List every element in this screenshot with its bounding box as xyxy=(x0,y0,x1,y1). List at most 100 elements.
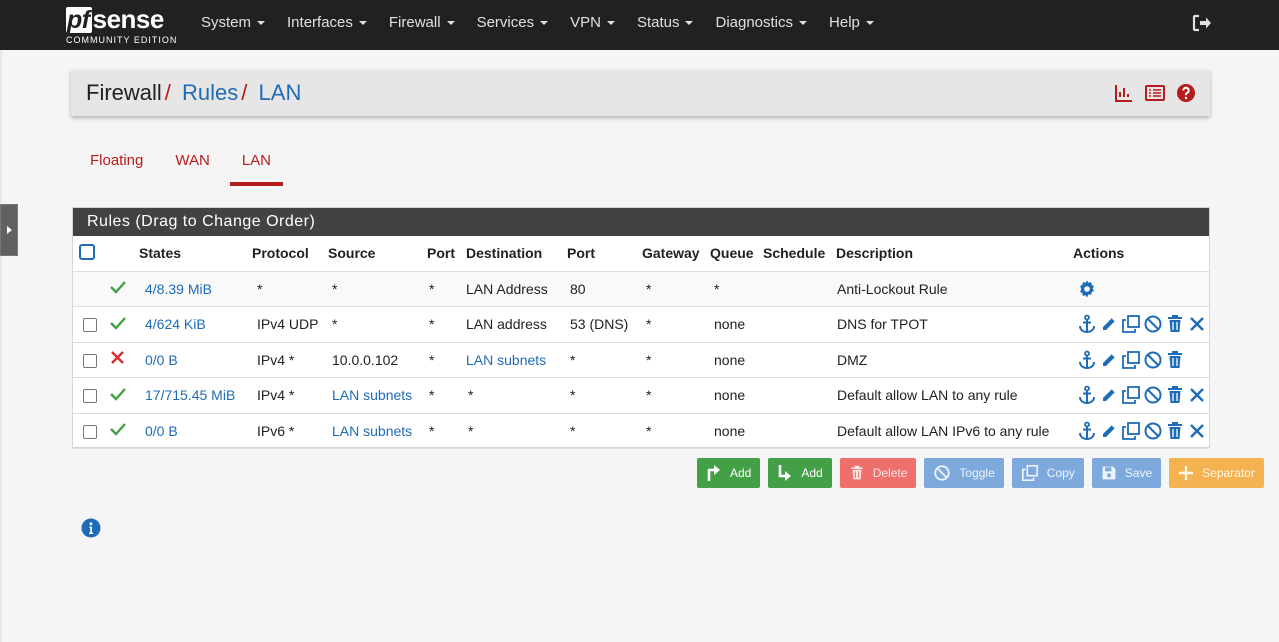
destination-alias-link[interactable]: LAN subnets xyxy=(466,352,546,368)
button-label: Save xyxy=(1124,466,1153,480)
crumb-rules[interactable]: Rules xyxy=(182,80,238,105)
ban-icon[interactable] xyxy=(1143,421,1163,441)
pencil-icon[interactable] xyxy=(1099,350,1119,370)
anchor-icon[interactable] xyxy=(1077,385,1097,405)
sidebar-toggle[interactable] xyxy=(0,204,18,256)
row-checkbox[interactable] xyxy=(83,353,97,368)
chart-icon[interactable] xyxy=(1114,83,1134,103)
copy-icon[interactable] xyxy=(1121,385,1141,405)
ban-icon[interactable] xyxy=(1143,350,1163,370)
states-link[interactable]: 17/715.45 MiB xyxy=(145,387,235,403)
header-gateway[interactable]: Gateway xyxy=(638,236,706,272)
source-alias-link[interactable]: LAN subnets xyxy=(332,387,412,403)
menu-services[interactable]: Services xyxy=(466,0,560,50)
table-row[interactable]: 4/8.39 MiB * * * LAN Address 80 * * Anti… xyxy=(73,271,1209,307)
menu-status[interactable]: Status xyxy=(626,0,705,50)
header-description[interactable]: Description xyxy=(832,236,1069,272)
trash-icon[interactable] xyxy=(1165,350,1185,370)
copy-icon[interactable] xyxy=(1121,350,1141,370)
trash-icon[interactable] xyxy=(1165,314,1185,334)
delete-button[interactable]: Delete xyxy=(839,458,917,488)
select-all-cell xyxy=(73,236,105,272)
crumb-lan[interactable]: LAN xyxy=(259,80,302,105)
source-port-cell: * xyxy=(423,271,462,307)
caret-down-icon xyxy=(606,21,615,26)
ban-icon[interactable] xyxy=(1143,314,1163,334)
protocol-cell: IPv4 UDP xyxy=(248,306,324,343)
table-row[interactable]: 0/0 B IPv4 * 10.0.0.102 * LAN subnets * … xyxy=(73,342,1209,378)
tab-floating[interactable]: Floating xyxy=(78,146,155,186)
anchor-icon[interactable] xyxy=(1077,314,1097,334)
states-link[interactable]: 4/624 KiB xyxy=(145,316,206,332)
source-alias-link[interactable]: LAN subnets xyxy=(332,423,412,439)
row-checkbox[interactable] xyxy=(83,389,97,404)
states-link[interactable]: 4/8.39 MiB xyxy=(145,281,212,297)
add-top-button[interactable]: Add xyxy=(697,458,761,488)
actions-cell xyxy=(1069,377,1209,414)
top-navbar: pf sense COMMUNITY EDITION System Interfa… xyxy=(0,0,1279,50)
menu-diagnostics[interactable]: Diagnostics xyxy=(704,0,818,50)
header-protocol[interactable]: Protocol xyxy=(248,236,324,272)
header-source-port[interactable]: Port xyxy=(423,236,462,272)
states-link[interactable]: 0/0 B xyxy=(145,423,178,439)
status-cell xyxy=(105,342,135,378)
select-all-checkbox[interactable] xyxy=(79,243,95,260)
header-dest-port[interactable]: Port xyxy=(563,236,638,272)
copy-icon[interactable] xyxy=(1121,421,1141,441)
trash-icon[interactable] xyxy=(1165,385,1185,405)
table-row[interactable]: 17/715.45 MiB IPv4 * LAN subnets * * * *… xyxy=(73,377,1209,414)
header-queue[interactable]: Queue xyxy=(706,236,759,272)
states-link[interactable]: 0/0 B xyxy=(145,352,178,368)
row-checkbox[interactable] xyxy=(83,318,97,333)
ban-icon xyxy=(934,465,951,481)
anchor-icon[interactable] xyxy=(1077,421,1097,441)
gateway-cell: * xyxy=(638,377,706,414)
tab-lan[interactable]: LAN xyxy=(229,146,284,186)
left-edge xyxy=(0,50,2,642)
save-button[interactable]: Save xyxy=(1091,458,1162,488)
row-checkbox[interactable] xyxy=(83,424,97,439)
pencil-icon[interactable] xyxy=(1099,385,1119,405)
add-bottom-button[interactable]: Add xyxy=(768,458,832,488)
button-label: Add xyxy=(730,466,752,480)
description-cell: Default allow LAN to any rule xyxy=(832,377,1069,414)
button-label: Toggle xyxy=(959,466,995,480)
menu-firewall[interactable]: Firewall xyxy=(378,0,466,50)
ban-icon[interactable] xyxy=(1143,385,1163,405)
table-row[interactable]: 0/0 B IPv6 * LAN subnets * * * * none De… xyxy=(73,413,1209,449)
pencil-icon[interactable] xyxy=(1099,314,1119,334)
copy-icon[interactable] xyxy=(1121,314,1141,334)
copy-button[interactable]: Copy xyxy=(1011,458,1084,488)
header-source[interactable]: Source xyxy=(324,236,423,272)
menu-vpn[interactable]: VPN xyxy=(559,0,626,50)
logout-icon[interactable] xyxy=(1192,14,1212,32)
toggle-button[interactable]: Toggle xyxy=(924,458,1004,488)
trash-icon[interactable] xyxy=(1165,421,1185,441)
log-list-icon[interactable] xyxy=(1145,83,1165,103)
menu-interfaces[interactable]: Interfaces xyxy=(276,0,378,50)
header-states[interactable]: States xyxy=(135,236,248,272)
caret-down-icon xyxy=(446,21,455,26)
header-schedule[interactable]: Schedule xyxy=(759,236,832,272)
info-icon[interactable] xyxy=(81,518,101,538)
check-icon xyxy=(110,281,126,294)
help-icon[interactable] xyxy=(1176,83,1196,103)
gear-icon[interactable] xyxy=(1077,279,1097,299)
close-icon[interactable] xyxy=(1187,314,1207,334)
gateway-cell: * xyxy=(638,413,706,449)
add-separator-button[interactable]: Separator xyxy=(1169,458,1264,488)
menu-system[interactable]: System xyxy=(190,0,276,50)
menu-label: Status xyxy=(636,14,680,31)
menu-help[interactable]: Help xyxy=(818,0,885,50)
pencil-icon[interactable] xyxy=(1099,421,1119,441)
header-destination[interactable]: Destination xyxy=(462,236,563,272)
source-port-cell: * xyxy=(423,306,462,343)
close-icon[interactable] xyxy=(1187,421,1207,441)
pfsense-logo[interactable]: pf sense COMMUNITY EDITION xyxy=(66,4,176,46)
tab-wan[interactable]: WAN xyxy=(163,146,221,186)
table-row[interactable]: 4/624 KiB IPv4 UDP * * LAN address 53 (D… xyxy=(73,306,1209,343)
dest-port-cell: 53 (DNS) xyxy=(563,306,638,343)
close-icon[interactable] xyxy=(1187,385,1207,405)
anchor-icon[interactable] xyxy=(1077,350,1097,370)
gateway-cell: * xyxy=(638,271,706,307)
